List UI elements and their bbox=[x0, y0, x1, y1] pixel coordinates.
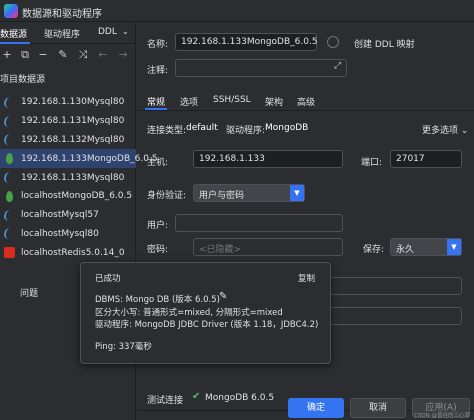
copy-link[interactable]: 复制 bbox=[298, 272, 315, 284]
list-item-label: 192.168.1.131Mysql80 bbox=[21, 116, 125, 127]
auth-select-value: 用户与密码 bbox=[199, 191, 245, 201]
list-item-label: localhostMysql57 bbox=[21, 210, 99, 221]
driver-line: 驱动程序: MongoDB JDBC Driver (版本 1.18，JDBC4… bbox=[95, 320, 319, 330]
wrench-icon[interactable]: ✎ bbox=[56, 48, 70, 62]
list-item-selected[interactable]: 192.168.1.133MongoDB_6.0.5 bbox=[0, 149, 158, 169]
active-tab-indicator bbox=[0, 42, 30, 44]
tab-general[interactable]: 常规 bbox=[147, 95, 165, 108]
copy-icon[interactable]: ⧉ bbox=[18, 48, 32, 62]
list-item[interactable]: localhostMysql80 bbox=[0, 225, 136, 244]
list-item-label: localhostMysql80 bbox=[21, 228, 99, 239]
connection-type-value[interactable]: default bbox=[186, 123, 218, 133]
app-logo-icon bbox=[4, 4, 18, 18]
list-item-label: localhostRedis5.0.14_0 bbox=[21, 247, 125, 258]
tab-ssh-ssl[interactable]: SSH/SSL bbox=[213, 95, 251, 105]
forward-icon[interactable]: → bbox=[116, 48, 130, 62]
test-result: MongoDB 6.0.5 bbox=[205, 393, 275, 403]
back-icon[interactable]: ← bbox=[96, 48, 110, 62]
name-label: 名称: bbox=[147, 40, 169, 50]
save-label: 保存: bbox=[363, 245, 385, 255]
add-icon[interactable]: + bbox=[0, 48, 14, 62]
create-ddl-mapping-link[interactable]: 创建 DDL 映射 bbox=[354, 37, 415, 50]
remove-icon[interactable]: − bbox=[36, 48, 50, 62]
problems-label[interactable]: 问题 bbox=[20, 286, 38, 299]
redis-icon bbox=[4, 247, 15, 259]
tabs-dropdown-icon[interactable]: ⌄ bbox=[122, 27, 129, 36]
tab-options[interactable]: 选项 bbox=[180, 95, 198, 108]
comment-input[interactable] bbox=[175, 59, 347, 77]
password-input[interactable]: <已隐藏> bbox=[193, 238, 343, 256]
url-input[interactable] bbox=[330, 307, 462, 325]
connection-type-label: 连接类型: bbox=[147, 126, 187, 136]
left-tabs: 数据源 驱动程序 DDL ⌄ bbox=[0, 22, 136, 44]
port-input[interactable]: 27017 bbox=[390, 150, 462, 168]
driver-label: 驱动程序: bbox=[226, 126, 266, 136]
test-connection-link[interactable]: 测试连接 bbox=[147, 393, 183, 406]
move-icon[interactable]: ⤨ bbox=[76, 48, 90, 62]
chevron-down-icon: ⌄ bbox=[460, 126, 469, 136]
host-label: 主机: bbox=[147, 158, 169, 168]
pencil-icon[interactable]: ✎ bbox=[219, 291, 227, 302]
list-item[interactable]: localhostMysql57 bbox=[0, 206, 136, 225]
success-status: 已成功 bbox=[95, 274, 121, 284]
connection-success-popup: 已成功 复制 DBMS: Mongo DB (版本 6.0.5) ✎ 区分大小写… bbox=[80, 262, 331, 364]
checkmark-icon: ✔ bbox=[192, 391, 201, 402]
watermark: CSDN @曾经的三心草 bbox=[414, 413, 470, 419]
list-item[interactable]: 192.168.1.130Mysql80 bbox=[0, 93, 136, 112]
tab-schemas[interactable]: 架构 bbox=[265, 95, 283, 108]
ping-line: Ping: 337毫秒 bbox=[95, 342, 152, 352]
list-item-label: 192.168.1.133Mysql80 bbox=[21, 172, 125, 183]
left-toolbar: + ⧉ − ✎ ⤨ ← → bbox=[0, 46, 136, 66]
title-bar: 数据源和驱动程序 bbox=[0, 0, 474, 22]
auth-label: 身份验证: bbox=[147, 191, 187, 201]
user-input[interactable] bbox=[175, 214, 343, 232]
auth-select[interactable]: 用户与密码 ▼ bbox=[193, 184, 305, 202]
host-input[interactable]: 192.168.1.133 bbox=[193, 150, 343, 168]
mysql-icon bbox=[2, 96, 17, 108]
mongodb-icon bbox=[6, 190, 13, 202]
list-item-label: localhostMongoDB_6.0.5 bbox=[21, 191, 133, 202]
list-item[interactable]: 192.168.1.132Mysql80 bbox=[0, 131, 136, 150]
create-ddl-radio[interactable] bbox=[327, 36, 339, 48]
expand-icon[interactable]: ⤢ bbox=[334, 61, 341, 71]
list-item[interactable]: localhostMongoDB_6.0.5 bbox=[0, 187, 136, 206]
mongodb-icon bbox=[6, 153, 13, 165]
list-item[interactable]: 192.168.1.133Mysql80 bbox=[0, 168, 136, 187]
more-options-label: 更多选项 bbox=[422, 126, 459, 136]
window-title: 数据源和驱动程序 bbox=[22, 9, 102, 20]
tab-divider bbox=[137, 110, 474, 111]
tab-datasources[interactable]: 数据源 bbox=[0, 27, 27, 40]
tab-advanced[interactable]: 高级 bbox=[297, 95, 315, 108]
case-sensitivity-line: 区分大小写: 普通形式=mixed, 分隔形式=mixed bbox=[95, 308, 283, 318]
tab-drivers[interactable]: 驱动程序 bbox=[44, 27, 80, 40]
list-item-label: 192.168.1.130Mysql80 bbox=[21, 97, 125, 108]
comment-label: 注释: bbox=[147, 66, 169, 76]
list-item[interactable]: localhostRedis5.0.14_0 bbox=[0, 243, 136, 262]
user-label: 用户: bbox=[147, 221, 169, 231]
list-item[interactable]: 192.168.1.131Mysql80 bbox=[0, 112, 136, 131]
more-options-link[interactable]: 更多选项 ⌄ bbox=[422, 123, 468, 136]
project-datasources-header: 项目数据源 bbox=[0, 75, 46, 85]
database-input[interactable] bbox=[330, 277, 462, 295]
ok-button[interactable]: 确定 bbox=[288, 398, 344, 418]
mysql-icon bbox=[2, 172, 17, 184]
list-item-label: 192.168.1.132Mysql80 bbox=[21, 134, 125, 145]
tab-ddl[interactable]: DDL bbox=[98, 27, 117, 37]
mysql-icon bbox=[2, 228, 17, 240]
port-label: 端口: bbox=[361, 158, 383, 168]
save-select-value: 永久 bbox=[396, 245, 415, 255]
dbms-line: DBMS: Mongo DB (版本 6.0.5) bbox=[95, 295, 220, 305]
mysql-icon bbox=[2, 134, 17, 146]
cancel-button[interactable]: 取消 bbox=[350, 398, 406, 418]
password-label: 密码: bbox=[147, 245, 169, 255]
chevron-down-icon: ▼ bbox=[290, 185, 304, 201]
driver-value[interactable]: MongoDB bbox=[265, 123, 308, 133]
datasource-list: 192.168.1.130Mysql80 192.168.1.131Mysql8… bbox=[0, 93, 158, 262]
save-select[interactable]: 永久 ▼ bbox=[390, 238, 462, 256]
name-input[interactable]: 192.168.1.133MongoDB_6.0.5 bbox=[175, 33, 318, 51]
chevron-down-icon: ▼ bbox=[447, 239, 461, 255]
mysql-icon bbox=[2, 115, 17, 127]
mysql-icon bbox=[2, 209, 17, 221]
